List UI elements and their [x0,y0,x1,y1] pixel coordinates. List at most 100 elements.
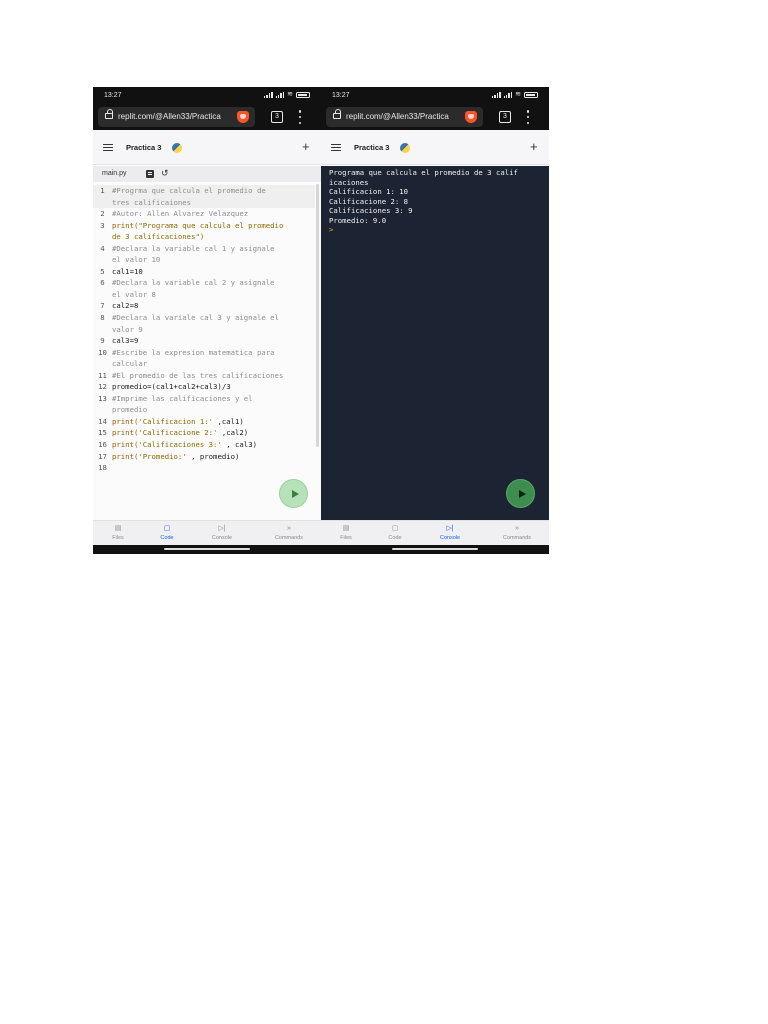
nav-label: Files [112,535,124,541]
nav-item-commands[interactable]: » Commands [492,524,542,541]
line-number: 17 [98,451,107,461]
nav-item-console[interactable]: ▷| Console [425,524,475,541]
format-icon[interactable] [146,170,154,178]
console-prompt[interactable]: > [329,225,333,234]
code-line[interactable]: 13 #Imprime las calificaciones y el [93,393,315,405]
line-number: 16 [98,440,107,450]
code-editor[interactable]: main.py ↺ 1 #Progrma que calcula el prome… [93,166,321,520]
status-bar: 13:27 ≋ [93,87,321,104]
code-line[interactable]: 11 #El promedio de las tres calificacione… [93,370,315,382]
code-line[interactable]: 1 #Progrma que calcula el promedio de [93,185,315,197]
code-text: #El promedio de las tres calificaciones [112,370,315,382]
code-line[interactable]: tres calificaiones [93,196,315,209]
status-icons: ≋ [492,91,538,98]
code-line[interactable]: el valor 8 [93,289,315,301]
code-token: print( [112,428,139,438]
console-panel[interactable]: Programa que calcula el promedio de 3 ca… [321,166,549,520]
nav-item-commands[interactable]: » Commands [264,524,314,541]
code-text: el valor 10 [112,254,315,266]
code-line[interactable]: promedio [93,404,315,416]
code-line[interactable]: calcular [93,358,315,370]
run-button[interactable] [279,479,308,508]
code-line[interactable]: 5 cal1=10 [93,266,315,278]
nav-label: Files [340,535,352,541]
code-token: , promedio) [186,451,240,461]
code-line[interactable]: 18 [93,462,315,474]
code-line[interactable]: 6 #Declara la variable cal 2 y asignale [93,277,315,289]
nav-item-files[interactable]: ▤ Files [93,524,143,541]
nav-label: Console [211,535,233,541]
address-bar[interactable]: replit.com/@Allen33/Practica [326,107,483,127]
tab-count-button[interactable]: 3 [271,111,283,123]
bottom-nav: ▤ Files ▢ Code ▷| Console » Commands [321,520,549,545]
code-line[interactable]: 10 #Escribe la expresion matematica para [93,347,315,359]
line-number [93,289,112,301]
line-number: 14 [98,416,107,426]
nav-item-console[interactable]: ▷| Console [197,524,247,541]
repl-title[interactable]: Practica 3 [354,143,389,152]
line-number [93,254,112,266]
nav-label: Code [388,535,402,541]
code-line[interactable]: 4 #Declara la variable cal 1 y asignale [93,243,315,255]
console-icon: ▷| [218,525,226,532]
code-line[interactable]: 15 print('Calificacione 2:' ,cal2) [93,427,315,439]
run-button[interactable] [506,479,535,508]
line-number: 8 [100,313,105,323]
nav-item-code[interactable]: ▢ Code [370,524,420,541]
tab-count-button[interactable]: 3 [499,111,511,123]
code-text: valor 9 [112,324,315,336]
replit-header: Practica 3 + [321,130,549,165]
code-token: #Escribe la expresion matematica para [112,347,275,357]
code-line[interactable]: 2 #Autor: Allen Alvarez Velazquez [93,208,315,220]
browser-menu-icon[interactable] [526,110,530,124]
code-text: #Progrma que calcula el promedio de [112,185,315,197]
code-text: #Declara la variale cal 3 y aignale el [112,312,315,324]
add-tab-button[interactable]: + [530,140,538,153]
brave-shield-icon[interactable] [237,111,249,123]
nav-label: Commands [502,535,532,541]
code-text: cal2=8 [112,300,315,312]
hamburger-menu-icon[interactable] [103,144,113,151]
code-lines[interactable]: 1 #Progrma que calcula el promedio de tres… [93,185,315,474]
code-line[interactable]: 12 promedio=(cal1+cal2+cal3)/3 [93,381,315,393]
code-token: calcular [112,359,148,369]
code-line[interactable]: el valor 10 [93,254,315,266]
nav-item-code[interactable]: ▢ Code [142,524,192,541]
signal-icon [275,91,285,98]
nav-item-files[interactable]: ▤ Files [321,524,371,541]
code-text: print('Promedio:' , promedio) [112,451,315,463]
code-token: ,cal2) [217,428,249,438]
code-text: print('Calificacion 1:' ,cal1) [112,416,315,428]
code-token: el valor 10 [112,255,161,265]
code-token: tres calificaiones [112,197,192,207]
file-tab-main-py[interactable]: main.py [102,170,127,177]
hamburger-menu-icon[interactable] [331,144,341,151]
nav-label: Code [160,535,174,541]
code-text: #Imprime las calificaciones y el [112,393,315,405]
code-line[interactable]: 17 print('Promedio:' , promedio) [93,451,315,463]
code-line[interactable]: 3 print("Programa que calcula el promedio [93,220,315,232]
code-token: cal3=9 [112,336,139,346]
code-line[interactable]: de 3 calificaciones") [93,231,315,243]
line-number: 4 [100,243,105,253]
lock-icon [105,109,113,119]
browser-menu-icon[interactable] [298,110,302,124]
line-number [93,197,112,209]
code-text: #Declara la variable cal 2 y asignale [112,277,315,289]
address-bar[interactable]: replit.com/@Allen33/Practica [98,107,255,127]
python-icon [400,143,410,153]
code-line[interactable]: valor 9 [93,324,315,336]
add-tab-button[interactable]: + [302,140,310,153]
console-icon: ▷| [446,525,454,532]
code-line[interactable]: 9 cal3=9 [93,335,315,347]
editor-scrollbar[interactable] [316,184,319,447]
code-line[interactable]: 8 #Declara la variale cal 3 y aignale el [93,312,315,324]
history-icon[interactable]: ↺ [161,169,169,178]
code-line[interactable]: 7 cal2=8 [93,300,315,312]
code-line[interactable]: 16 print('Calificaciones 3:' , cal3) [93,439,315,451]
repl-title[interactable]: Practica 3 [126,143,161,152]
code-line[interactable]: 14 print('Calificacion 1:' ,cal1) [93,416,315,428]
code-token: "Programa que calcula el promedio [138,220,284,230]
brave-shield-icon[interactable] [465,111,477,123]
